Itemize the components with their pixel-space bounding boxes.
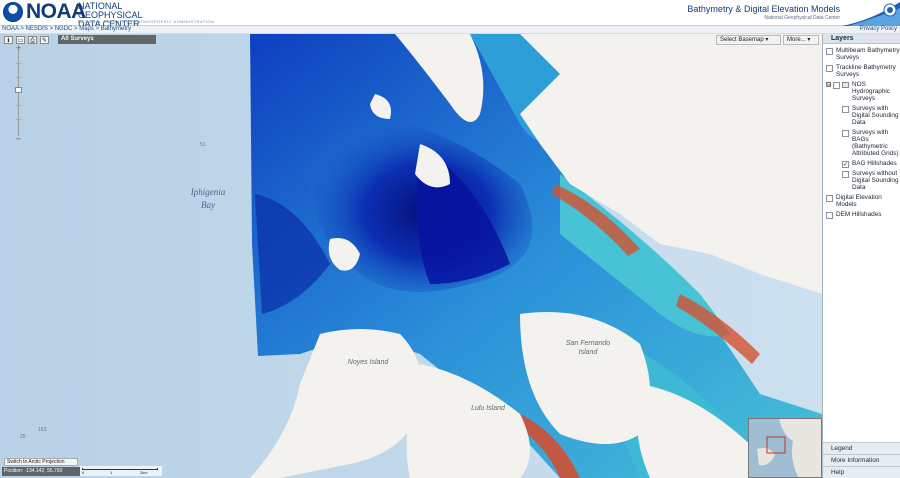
measure-icon[interactable]: ▭ (16, 36, 25, 44)
layer-item[interactable]: Surveys with BAGs (Bathymetric Attribute… (826, 129, 900, 157)
overview-map[interactable] (748, 418, 822, 478)
layer-item[interactable]: Surveys with Digital Sounding Data (826, 105, 900, 126)
collapse-icon[interactable]: ⊟ (826, 82, 831, 88)
layer-checkbox[interactable] (842, 130, 849, 137)
layer-label[interactable]: BAG Hillshades (826, 160, 900, 167)
clear-icon[interactable]: ✎ (40, 36, 49, 44)
header-swoosh-logo (842, 0, 900, 26)
breadcrumb-bar: NOAA > NESDIS > NGDC > Maps > Bathymetry… (0, 26, 900, 34)
scale-label: 1 (110, 470, 113, 475)
zoom-tick (16, 63, 21, 64)
layer-item[interactable]: Trackline Bathymetry Surveys (826, 64, 900, 78)
scale-bar: 0 1 2km (80, 466, 162, 476)
noaa-logo-icon[interactable] (3, 2, 23, 22)
noyes-island-label: Noyes Island (348, 359, 390, 366)
layer-label[interactable]: Digital Elevation Models (826, 194, 900, 208)
layer-item[interactable]: ⊟ NOS Hydrographic Surveys (826, 81, 900, 102)
identify-icon[interactable]: ℹ (4, 36, 13, 44)
more-button[interactable]: More... ▾ (783, 35, 819, 45)
map-canvas[interactable]: Iphigenia Bay Noyes Island Lulu Island S… (0, 34, 822, 478)
folder-icon (842, 82, 849, 88)
layer-list: Multibeam Bathymetry Surveys Trackline Ba… (823, 44, 900, 219)
zoom-tick (16, 77, 21, 78)
map-toolbar: ℹ ▭ ⎙ ✎ (4, 36, 49, 44)
layer-checkbox[interactable]: ✓ (842, 161, 849, 168)
depth-label: 163 (38, 427, 47, 433)
layer-checkbox[interactable] (826, 48, 833, 55)
app-window: NOAA NATIONAL GEOPHYSICAL DATA CENTER NA… (0, 0, 900, 478)
map-graphic[interactable]: Iphigenia Bay Noyes Island Lulu Island S… (0, 34, 822, 478)
layer-item[interactable]: Digital Elevation Models (826, 194, 900, 208)
panel-footer-legend[interactable]: Legend (823, 442, 900, 454)
noaa-wordmark[interactable]: NOAA (26, 1, 86, 23)
depth-label: 51 (200, 142, 206, 148)
layer-label[interactable]: Multibeam Bathymetry Surveys (826, 47, 900, 61)
layer-checkbox[interactable] (833, 82, 840, 89)
org-subtitle: NATIONAL OCEANIC AND ATMOSPHERIC ADMINIS… (78, 19, 215, 24)
breadcrumb[interactable]: NOAA > NESDIS > NGDC > Maps > Bathymetry (2, 25, 131, 34)
scale-label: 2km (140, 470, 148, 475)
iphigenia-bay-label-2: Bay (201, 200, 215, 210)
app-subtitle: National Geophysical Data Center (764, 15, 840, 21)
active-layer-label: All Surveys (58, 35, 156, 44)
layer-item[interactable]: DEM Hillshades (826, 211, 900, 219)
layer-item[interactable]: Surveys without Digital Sounding Data (826, 170, 900, 191)
layer-label[interactable]: DEM Hillshades (826, 211, 900, 218)
layer-label[interactable]: Trackline Bathymetry Surveys (826, 64, 900, 78)
switch-projection-button[interactable]: Switch to Arctic Projection (4, 458, 78, 466)
zoom-slider[interactable]: + − (15, 45, 22, 143)
panel-footer: Legend More Information Help (823, 442, 900, 478)
layers-panel: Layers Multibeam Bathymetry Surveys Track… (822, 34, 900, 478)
depth-label: 25 (20, 434, 26, 440)
layer-label[interactable]: Surveys without Digital Sounding Data (826, 170, 900, 191)
zoom-tick (16, 119, 21, 120)
print-icon[interactable]: ⎙ (28, 36, 37, 44)
zoom-handle[interactable] (15, 87, 22, 93)
san-fernando-island-label: San Fernando (566, 340, 610, 347)
panel-footer-more-information[interactable]: More Information (823, 454, 900, 466)
layer-checkbox[interactable] (826, 195, 833, 202)
zoom-tick (16, 105, 21, 106)
iphigenia-bay-label: Iphigenia (190, 187, 226, 197)
layer-checkbox[interactable] (826, 212, 833, 219)
lulu-island-label: Lulu Island (471, 405, 506, 412)
layer-label[interactable]: Surveys with BAGs (Bathymetric Attribute… (826, 129, 900, 157)
layer-checkbox[interactable] (842, 106, 849, 113)
header: NOAA NATIONAL GEOPHYSICAL DATA CENTER NA… (0, 0, 900, 29)
layers-panel-title: Layers (823, 34, 900, 44)
layer-checkbox[interactable] (842, 171, 849, 178)
privacy-policy-link[interactable]: Privacy Policy (860, 25, 897, 34)
san-fernando-island-label-2: Island (579, 349, 599, 356)
scale-label: 0 (82, 470, 85, 475)
panel-footer-help[interactable]: Help (823, 466, 900, 478)
select-basemap-button[interactable]: Select Basemap ▾ (716, 35, 781, 45)
layer-item[interactable]: Multibeam Bathymetry Surveys (826, 47, 900, 61)
layer-checkbox[interactable] (826, 65, 833, 72)
app-title: Bathymetry & Digital Elevation Models (687, 4, 840, 14)
position-readout: Position: -134.142, 55.760 (2, 467, 80, 476)
layer-label[interactable]: Surveys with Digital Sounding Data (826, 105, 900, 126)
zoom-out-button[interactable]: − (15, 136, 22, 143)
layer-item[interactable]: ✓ BAG Hillshades (826, 160, 900, 168)
